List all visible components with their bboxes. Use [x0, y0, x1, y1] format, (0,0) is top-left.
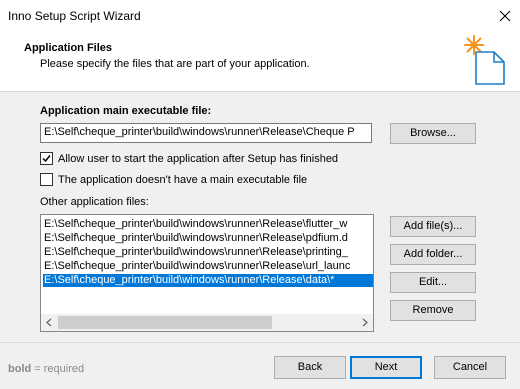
page-title: Application Files	[24, 42, 113, 54]
main-exe-label: Application main executable file:	[40, 105, 212, 117]
allow-start-option[interactable]: Allow user to start the application afte…	[40, 152, 338, 165]
list-item[interactable]: E:\Self\cheque_printer\build\windows\run…	[43, 232, 373, 245]
list-item[interactable]: E:\Self\cheque_printer\build\windows\run…	[43, 246, 373, 259]
scroll-right-icon[interactable]	[356, 314, 373, 331]
allow-start-label: Allow user to start the application afte…	[58, 152, 339, 165]
main-exe-input[interactable]: E:\Self\cheque_printer\build\windows\run…	[40, 123, 372, 143]
add-files-button[interactable]: Add file(s)...	[390, 216, 476, 237]
no-main-exe-option[interactable]: The application doesn't have a main exec…	[40, 173, 307, 186]
browse-button[interactable]: Browse...	[390, 123, 476, 144]
list-item[interactable]: E:\Self\cheque_printer\build\windows\run…	[43, 260, 373, 273]
list-item[interactable]: E:\Self\cheque_printer\build\windows\run…	[43, 218, 373, 231]
page-subtitle: Please specify the files that are part o…	[40, 58, 310, 70]
list-item-selected[interactable]: E:\Self\cheque_printer\build\windows\run…	[43, 274, 373, 287]
wizard-document-icon	[462, 34, 506, 86]
window-title: Inno Setup Script Wizard	[8, 9, 141, 23]
cancel-button[interactable]: Cancel	[434, 356, 506, 379]
other-files-label: Other application files:	[40, 196, 149, 208]
add-folder-button[interactable]: Add folder...	[390, 244, 476, 265]
scroll-left-icon[interactable]	[41, 314, 58, 331]
remove-button[interactable]: Remove	[390, 300, 476, 321]
no-main-exe-checkbox[interactable]	[40, 173, 53, 186]
required-legend: bold = required	[8, 363, 84, 375]
allow-start-checkbox[interactable]	[40, 152, 53, 165]
no-main-exe-label: The application doesn't have a main exec…	[58, 173, 308, 186]
legend-bold: bold	[8, 363, 32, 375]
title-bar: Inno Setup Script Wizard	[0, 0, 520, 31]
legend-text: = required	[31, 363, 85, 375]
close-icon[interactable]	[494, 6, 516, 26]
checkmark-icon	[42, 155, 51, 163]
next-button[interactable]: Next	[350, 356, 422, 379]
edit-button[interactable]: Edit...	[390, 272, 476, 293]
scrollbar-thumb[interactable]	[58, 316, 272, 329]
back-button[interactable]: Back	[274, 356, 346, 379]
horizontal-scrollbar[interactable]	[41, 314, 373, 331]
